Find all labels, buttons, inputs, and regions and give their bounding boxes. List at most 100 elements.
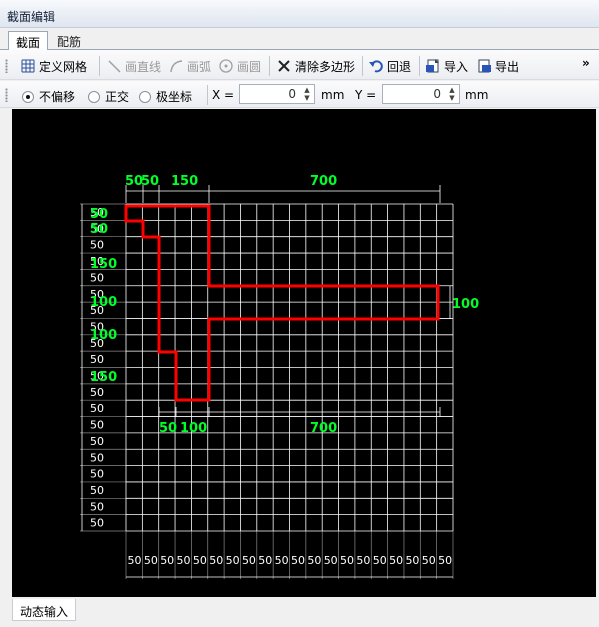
window-titlebar: 截面编辑 [0, 0, 599, 28]
col-label: 50 [275, 554, 289, 567]
x-unit: mm [321, 88, 345, 102]
draw-line-label: 画直线 [125, 59, 162, 74]
undo-button[interactable]: 回退 [368, 57, 411, 75]
y-value: 0 [433, 87, 441, 101]
col-label: 50 [160, 554, 174, 567]
row-label: 50 [90, 435, 104, 448]
col-label: 50 [389, 554, 403, 567]
toolbar-grip[interactable] [5, 88, 8, 102]
radio-no-offset[interactable]: 不偏移 [22, 88, 75, 105]
import-button[interactable]: 导入 [425, 57, 468, 75]
col-label: 50 [226, 554, 240, 567]
col-label: 50 [291, 554, 305, 567]
toolbar-overflow-button[interactable]: » [582, 54, 590, 72]
y-unit: mm [465, 88, 489, 102]
left-dimension-label: 50 [90, 222, 108, 237]
radio-no-offset-label: 不偏移 [39, 90, 76, 104]
section-drawing[interactable]: 5050505050505050505050505050505050505050… [12, 109, 596, 597]
col-label: 50 [258, 554, 272, 567]
bottom-dimension-label: 100 [180, 421, 207, 436]
define-grid-label: 定义网格 [39, 59, 88, 74]
input-toolbar: 不偏移 正交 极坐标 X = 0 ▲ ▼ mm Y = 0 ▲ ▼ mm [0, 81, 599, 108]
line-icon [108, 60, 121, 73]
toolbar-separator [99, 56, 100, 76]
col-label: 50 [242, 554, 256, 567]
radio-dot [139, 90, 151, 103]
left-dimension-label: 100 [90, 295, 117, 310]
row-label: 50 [90, 419, 104, 432]
toolbar-separator [419, 56, 420, 76]
radio-orthogonal-label: 正交 [105, 90, 130, 104]
tab-strip: 截面 配筋 [0, 28, 599, 51]
import-icon [426, 59, 439, 73]
col-label: 50 [422, 554, 436, 567]
undo-icon [369, 60, 383, 73]
tab-reinforcement[interactable]: 配筋 [50, 31, 88, 51]
col-label: 50 [307, 554, 321, 567]
row-label: 50 [90, 239, 104, 252]
col-label: 50 [438, 554, 452, 567]
row-label: 50 [90, 402, 104, 415]
draw-arc-button[interactable]: 画弧 [168, 57, 211, 75]
left-dimension-label: 150 [90, 257, 117, 272]
define-grid-button[interactable]: 定义网格 [20, 57, 87, 75]
toolbar-separator [207, 85, 208, 105]
col-label: 50 [193, 554, 207, 567]
y-coordinate-input[interactable]: 0 ▲ ▼ [382, 84, 460, 104]
row-label: 50 [90, 484, 104, 497]
circle-icon [219, 59, 233, 73]
export-icon [478, 59, 491, 73]
col-label: 50 [373, 554, 387, 567]
row-label: 50 [90, 468, 104, 481]
col-label: 50 [128, 554, 142, 567]
toolbar-separator [269, 56, 270, 76]
status-bar: 动态输入 [0, 597, 599, 627]
tab-section[interactable]: 截面 [8, 31, 49, 51]
grid-icon [21, 59, 35, 73]
bottom-dimension-label: 700 [310, 421, 337, 436]
draw-line-button[interactable]: 画直线 [106, 57, 161, 75]
x-icon [278, 60, 290, 72]
x-spin-arrows[interactable]: ▲ ▼ [301, 86, 313, 102]
col-label: 50 [356, 554, 370, 567]
bottom-dimension-label: 50 [159, 421, 177, 436]
section-outline [124, 204, 440, 402]
row-label: 50 [90, 271, 104, 284]
col-label: 50 [324, 554, 338, 567]
y-label: Y = [355, 88, 377, 102]
draw-arc-label: 画弧 [187, 59, 212, 74]
radio-polar-label: 极坐标 [156, 90, 193, 104]
row-label: 50 [90, 451, 104, 464]
row-label: 50 [90, 500, 104, 513]
export-button[interactable]: 导出 [476, 57, 519, 75]
radio-orthogonal[interactable]: 正交 [88, 88, 129, 105]
col-label: 50 [340, 554, 354, 567]
left-dimension-label: 150 [90, 370, 117, 385]
left-dimension-label: 100 [90, 328, 117, 343]
toolbar: 定义网格 画直线 画弧 画圆 清除多边形 回退 导入 导出 » [0, 50, 599, 80]
clear-polygon-button[interactable]: 清除多边形 [276, 57, 355, 75]
undo-label: 回退 [387, 59, 412, 74]
draw-circle-button[interactable]: 画圆 [218, 57, 261, 75]
col-label: 50 [177, 554, 191, 567]
dynamic-input-tab[interactable]: 动态输入 [12, 599, 77, 621]
top-dimension-label: 150 [171, 174, 198, 189]
toolbar-grip[interactable] [5, 59, 8, 73]
radio-dot [88, 90, 100, 103]
drawing-canvas[interactable]: 50 50 50 50 50 50 50 50 50 50 50 50 50 50 50 50 50 50 50 50… [12, 109, 596, 597]
import-label: 导入 [444, 59, 469, 74]
y-spin-arrows[interactable]: ▲ ▼ [446, 86, 458, 102]
window-title: 截面编辑 [7, 10, 56, 24]
export-label: 导出 [495, 59, 520, 74]
x-label: X = [212, 88, 235, 102]
col-label: 50 [144, 554, 158, 567]
draw-circle-label: 画圆 [237, 59, 262, 74]
row-label: 50 [90, 353, 104, 366]
radio-dot [22, 90, 34, 103]
x-coordinate-input[interactable]: 0 ▲ ▼ [239, 84, 315, 104]
x-value: 0 [288, 87, 296, 101]
row-label: 50 [90, 517, 104, 530]
top-dimension-label: 700 [310, 174, 337, 189]
radio-polar[interactable]: 极坐标 [139, 88, 192, 105]
toolbar-separator [362, 56, 363, 76]
